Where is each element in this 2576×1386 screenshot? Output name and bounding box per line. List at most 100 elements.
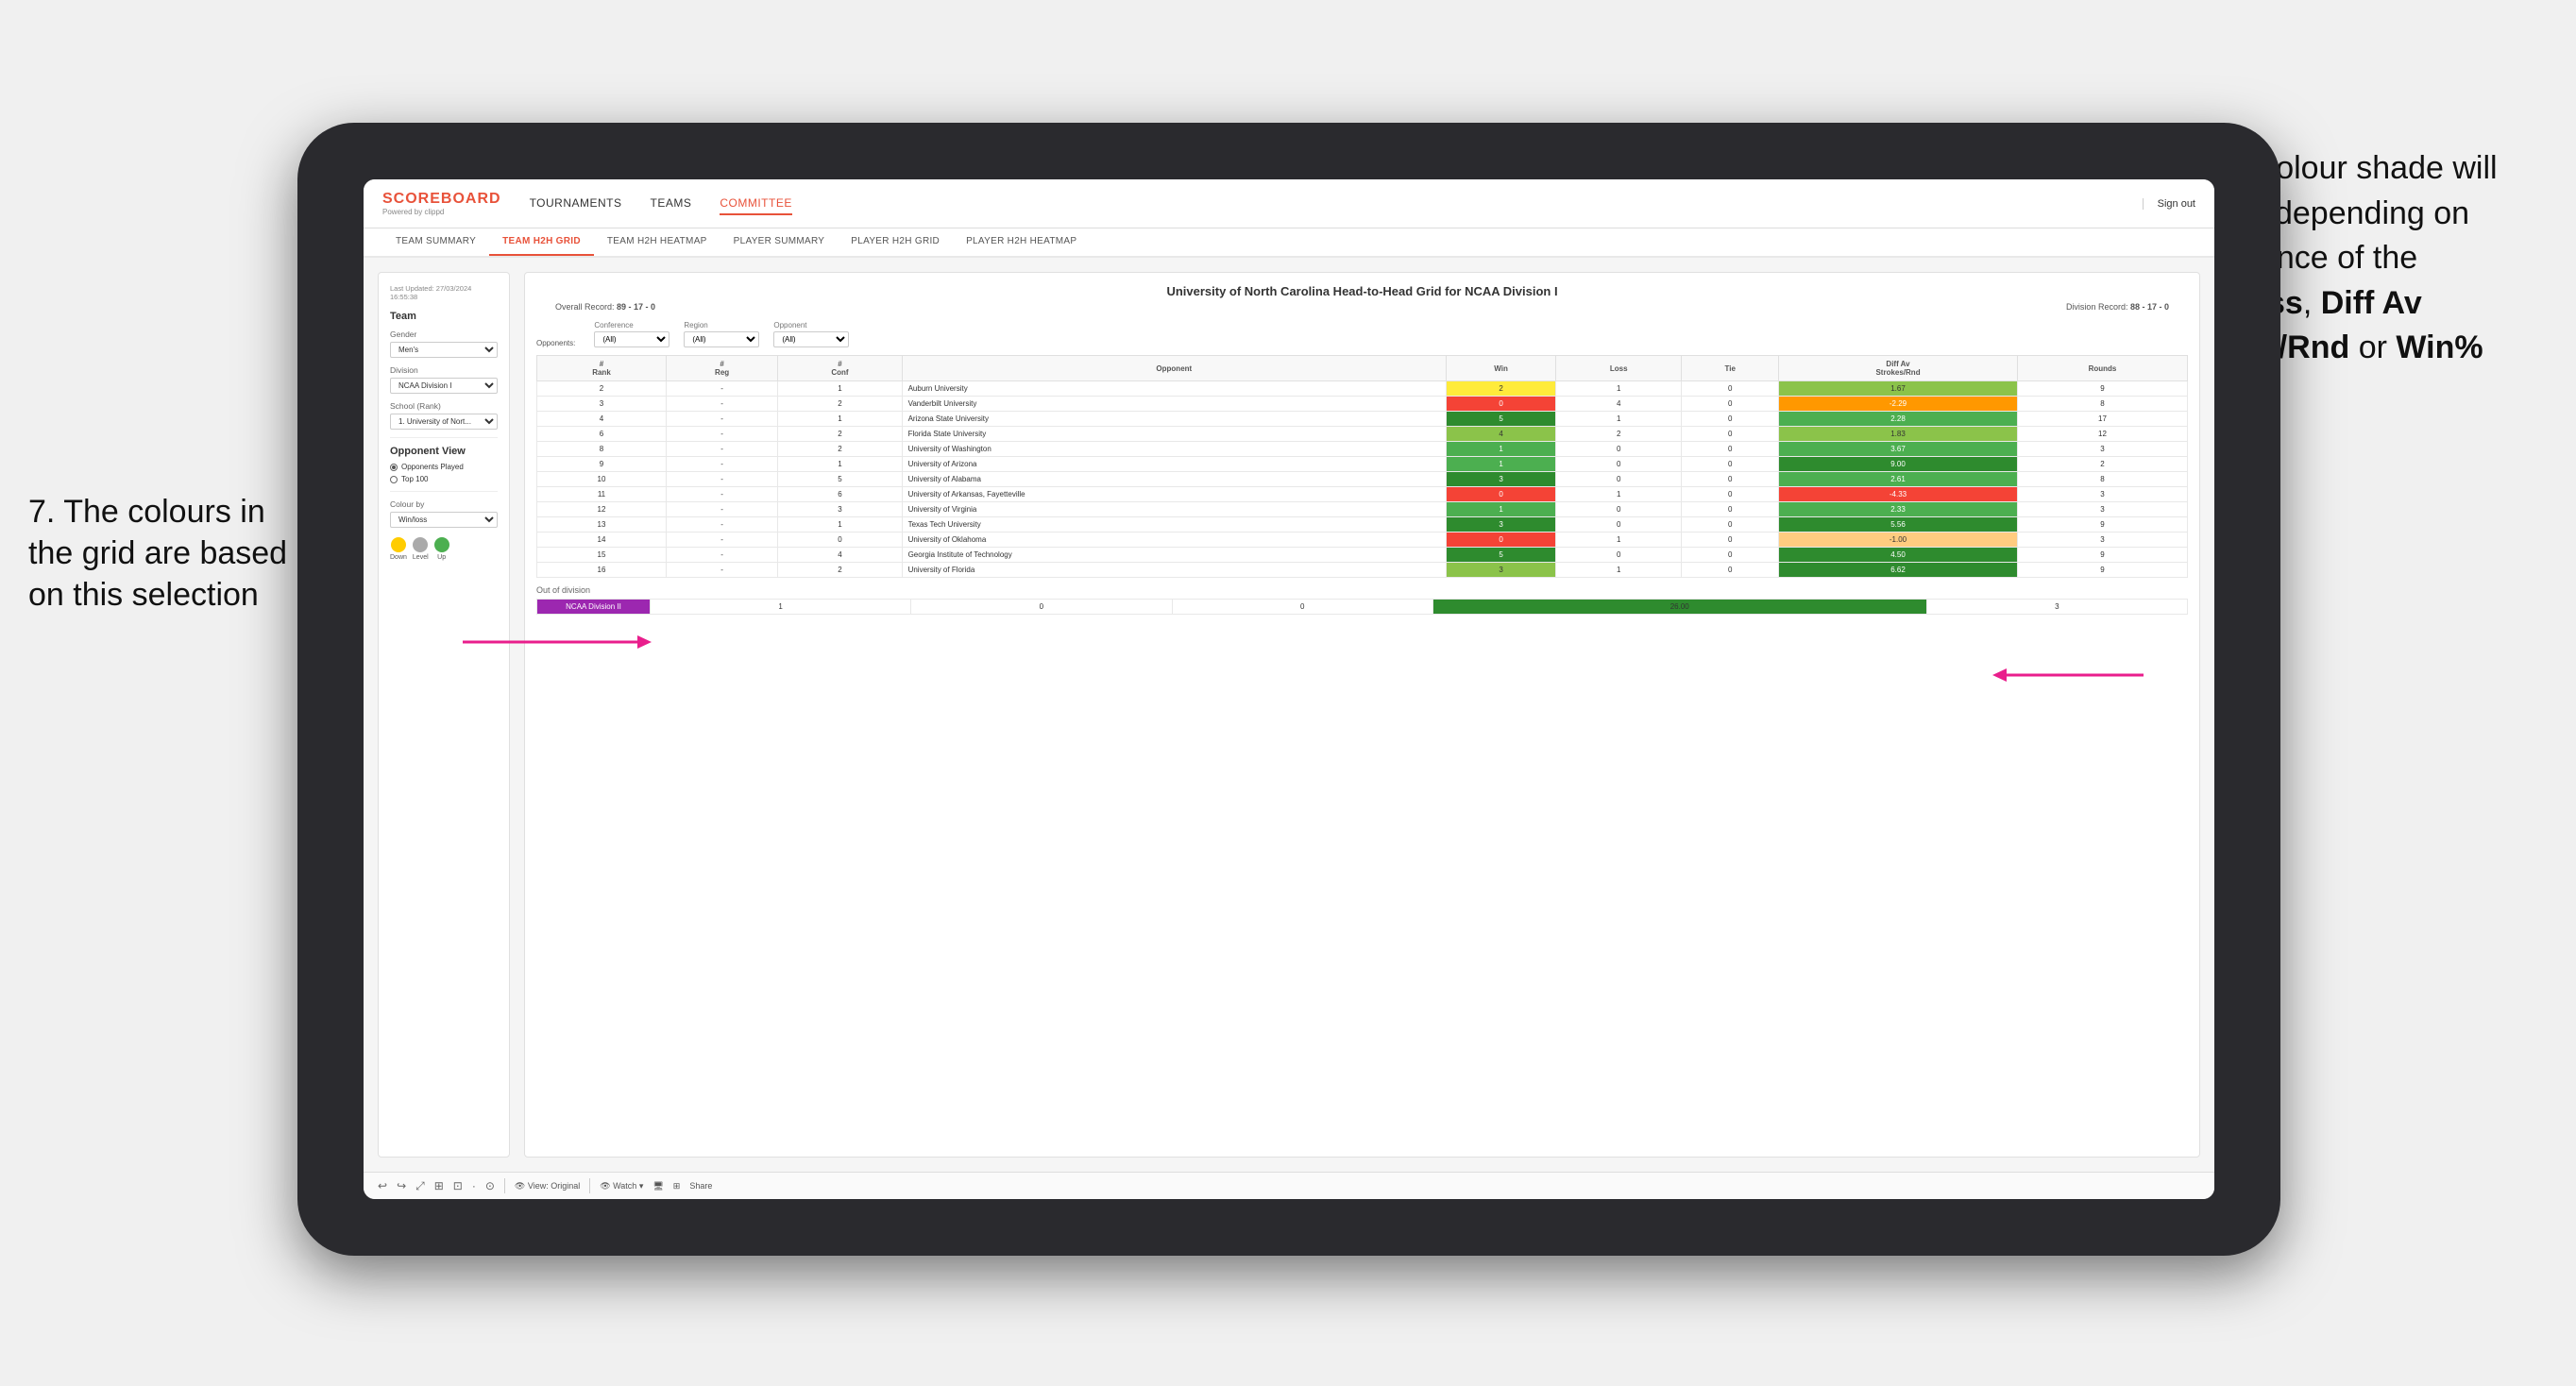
tablet: SCOREBOARD Powered by clippd TOURNAMENTS…	[297, 123, 2280, 1256]
cell-diff: 1.83	[1779, 427, 2018, 442]
share-grid-button[interactable]: ⊞	[673, 1181, 681, 1192]
nav-teams[interactable]: TEAMS	[651, 193, 692, 215]
cell-rounds: 3	[2017, 487, 2187, 502]
radio-opponents-played[interactable]: Opponents Played	[390, 463, 498, 471]
cell-diff: -2.29	[1779, 397, 2018, 412]
expand-icon[interactable]: ⤢	[415, 1179, 425, 1193]
cell-diff: -4.33	[1779, 487, 2018, 502]
cell-rank: 16	[537, 563, 667, 578]
colour-by-label: Colour by	[390, 499, 498, 509]
cell-win: 2	[1447, 381, 1556, 397]
cell-rank: 2	[537, 381, 667, 397]
cell-conf: 4	[778, 548, 902, 563]
cell-opponent: Georgia Institute of Technology	[902, 548, 1446, 563]
cell-rank: 12	[537, 502, 667, 517]
opponent-select[interactable]: (All)	[773, 331, 849, 347]
cell-loss: 0	[1556, 442, 1682, 457]
cell-loss: 0	[1556, 548, 1682, 563]
cell-tie: 0	[1682, 397, 1779, 412]
redo-icon[interactable]: ↪	[397, 1179, 406, 1192]
cell-rounds: 3	[2017, 532, 2187, 548]
radio-top-100[interactable]: Top 100	[390, 475, 498, 483]
cell-win: 1	[1447, 442, 1556, 457]
cell-diff: 6.62	[1779, 563, 2018, 578]
cell-reg: -	[666, 397, 777, 412]
table-row: 4 - 1 Arizona State University 5 1 0 2.2…	[537, 412, 2188, 427]
table-row: 2 - 1 Auburn University 2 1 0 1.67 9	[537, 381, 2188, 397]
cell-opponent: University of Virginia	[902, 502, 1446, 517]
clock-icon[interactable]: ⊙	[485, 1179, 495, 1192]
cell-conf: 5	[778, 472, 902, 487]
watch-button[interactable]: 👁 Watch ▾	[600, 1181, 643, 1192]
nav-committee[interactable]: COMMITTEE	[720, 193, 792, 215]
school-select[interactable]: 1. University of Nort...	[390, 414, 498, 430]
col-opponent: Opponent	[902, 356, 1446, 381]
cell-tie: 0	[1682, 532, 1779, 548]
cell-conf: 1	[778, 412, 902, 427]
cell-diff: 9.00	[1779, 457, 2018, 472]
cell-rounds: 8	[2017, 472, 2187, 487]
cell-reg: -	[666, 563, 777, 578]
cell-tie: 0	[1682, 548, 1779, 563]
cell-reg: -	[666, 427, 777, 442]
table-row: 11 - 6 University of Arkansas, Fayettevi…	[537, 487, 2188, 502]
colour-by-select[interactable]: Win/loss	[390, 512, 498, 528]
sign-out-button[interactable]: Sign out	[2143, 198, 2195, 210]
sub-nav-team-summary[interactable]: TEAM SUMMARY	[382, 228, 489, 256]
main-grid: University of North Carolina Head-to-Hea…	[524, 272, 2200, 1158]
table-row: 13 - 1 Texas Tech University 3 0 0 5.56 …	[537, 517, 2188, 532]
table-row: 8 - 2 University of Washington 1 0 0 3.6…	[537, 442, 2188, 457]
opponent-filter: Opponent (All)	[773, 321, 849, 347]
cell-tie: 0	[1682, 517, 1779, 532]
cell-rank: 8	[537, 442, 667, 457]
cell-win: 0	[1447, 487, 1556, 502]
region-filter: Region (All)	[684, 321, 759, 347]
cell-win: 5	[1447, 412, 1556, 427]
tablet-screen: SCOREBOARD Powered by clippd TOURNAMENTS…	[364, 179, 2214, 1199]
cell-reg: -	[666, 412, 777, 427]
undo-icon[interactable]: ↩	[378, 1179, 387, 1192]
gender-select[interactable]: Men's	[390, 342, 498, 358]
logo-subtitle: Powered by clippd	[382, 208, 501, 216]
cell-rank: 10	[537, 472, 667, 487]
cell-conf: 2	[778, 563, 902, 578]
cell-conf: 3	[778, 502, 902, 517]
opponent-view-label: Opponent View	[390, 446, 498, 457]
grid-icon[interactable]: ⊞	[434, 1179, 444, 1192]
cell-diff: 2.33	[1779, 502, 2018, 517]
cell-opponent: University of Arizona	[902, 457, 1446, 472]
sub-nav-team-h2h-heatmap[interactable]: TEAM H2H HEATMAP	[594, 228, 720, 256]
cell-opponent: University of Arkansas, Fayetteville	[902, 487, 1446, 502]
sub-nav-player-h2h-grid[interactable]: PLAYER H2H GRID	[838, 228, 953, 256]
division-select[interactable]: NCAA Division I	[390, 378, 498, 394]
share-button[interactable]: Share	[689, 1181, 712, 1191]
cell-conf: 6	[778, 487, 902, 502]
cell-win: 3	[1447, 517, 1556, 532]
toolbar-divider-2	[589, 1178, 590, 1193]
cell-opponent: Auburn University	[902, 381, 1446, 397]
table-row: 12 - 3 University of Virginia 1 0 0 2.33…	[537, 502, 2188, 517]
cell-win: 1	[1447, 502, 1556, 517]
sub-nav-player-h2h-heatmap[interactable]: PLAYER H2H HEATMAP	[953, 228, 1090, 256]
ood-tie: 0	[1172, 600, 1432, 615]
cell-tie: 0	[1682, 381, 1779, 397]
radio-group: Opponents Played Top 100	[390, 463, 498, 483]
conference-select[interactable]: (All)	[594, 331, 669, 347]
cell-rounds: 9	[2017, 517, 2187, 532]
sub-nav-team-h2h-grid[interactable]: TEAM H2H GRID	[489, 228, 594, 256]
cell-tie: 0	[1682, 427, 1779, 442]
conference-filter: Conference (All)	[594, 321, 669, 347]
screen-button[interactable]: 🖥	[652, 1181, 663, 1192]
nav-tournaments[interactable]: TOURNAMENTS	[530, 193, 622, 215]
dot-icon[interactable]: ⊡	[453, 1179, 463, 1192]
cell-opponent: Florida State University	[902, 427, 1446, 442]
sub-nav-player-summary[interactable]: PLAYER SUMMARY	[720, 228, 839, 256]
cell-conf: 1	[778, 457, 902, 472]
cell-opponent: University of Florida	[902, 563, 1446, 578]
bottom-toolbar: ↩ ↪ ⤢ ⊞ ⊡ · ⊙ 👁 View: Original 👁 Watch ▾…	[364, 1172, 2214, 1199]
cell-diff: -1.00	[1779, 532, 2018, 548]
region-select[interactable]: (All)	[684, 331, 759, 347]
table-row: 16 - 2 University of Florida 3 1 0 6.62 …	[537, 563, 2188, 578]
cell-opponent: University of Oklahoma	[902, 532, 1446, 548]
view-original-button[interactable]: 👁 View: Original	[515, 1181, 580, 1192]
